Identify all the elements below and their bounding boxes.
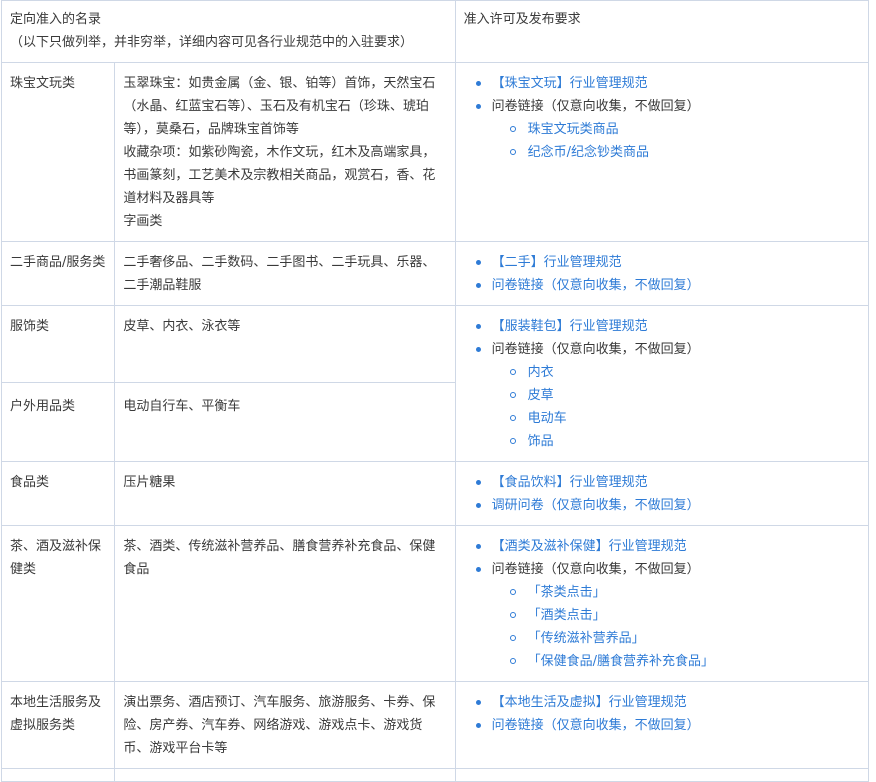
header-directory-title: 定向准入的名录 xyxy=(10,12,102,27)
category-cell: 户外用品类 xyxy=(0,382,116,462)
questionnaire-item: 问卷链接（仅意向收集，不做回复） 珠宝文玩类商品 纪念币/纪念钞类商品 xyxy=(474,95,860,164)
header-requirements: 准入许可及发布要求 xyxy=(454,0,870,63)
empty-cell xyxy=(454,768,870,782)
questionnaire-item: 问卷链接（仅意向收集，不做回复） 内衣 皮草 电动车 饰品 xyxy=(474,338,860,453)
category-cell: 本地生活服务及虚拟服务类 xyxy=(0,681,116,769)
category-cell: 茶、酒及滋补保健类 xyxy=(0,525,116,682)
questionnaire-sublink[interactable]: 纪念币/纪念钞类商品 xyxy=(508,141,860,164)
industry-standard-link[interactable]: 【服装鞋包】行业管理规范 xyxy=(474,315,860,338)
questionnaire-sublink[interactable]: 饰品 xyxy=(508,430,860,453)
requirements-cell: 【珠宝文玩】行业管理规范 问卷链接（仅意向收集，不做回复） 珠宝文玩类商品 纪念… xyxy=(454,62,870,242)
category-cell: 服饰类 xyxy=(0,304,116,384)
questionnaire-sublink[interactable]: 「茶类点击」 xyxy=(508,581,860,604)
admission-table: 定向准入的名录 （以下只做列举，并非穷举，详细内容可见各行业规范中的入驻要求） … xyxy=(0,0,870,782)
questionnaire-sublink[interactable]: 珠宝文玩类商品 xyxy=(508,118,860,141)
questionnaire-sublink[interactable]: 「酒类点击」 xyxy=(508,604,860,627)
questionnaire-sublink[interactable]: 电动车 xyxy=(508,407,860,430)
table-row-partial xyxy=(0,768,870,782)
item-text: 收藏杂项：如紫砂陶瓷，木作文玩，红木及高端家具，书画篆刻，工艺美术及宗教相关商品… xyxy=(123,145,436,206)
header-directory-note: （以下只做列举，并非穷举，详细内容可见各行业规范中的入驻要求） xyxy=(10,35,414,50)
industry-standard-link[interactable]: 【食品饮料】行业管理规范 xyxy=(474,471,860,494)
category-cell: 食品类 xyxy=(0,461,116,526)
requirements-cell: 【本地生活及虚拟】行业管理规范 问卷链接（仅意向收集，不做回复） xyxy=(454,681,870,769)
items-cell: 皮草、内衣、泳衣等 xyxy=(114,304,456,384)
questionnaire-item: 问卷链接（仅意向收集，不做回复） 「茶类点击」 「酒类点击」 「传统滋补营养品」… xyxy=(474,558,860,673)
header-directory: 定向准入的名录 （以下只做列举，并非穷举，详细内容可见各行业规范中的入驻要求） xyxy=(1,0,456,63)
table-row: 服饰类 皮草、内衣、泳衣等 【服装鞋包】行业管理规范 问卷链接（仅意向收集，不做… xyxy=(0,304,870,462)
industry-standard-link[interactable]: 【珠宝文玩】行业管理规范 xyxy=(474,72,860,95)
empty-cell xyxy=(0,768,116,782)
category-cell: 二手商品/服务类 xyxy=(0,241,116,306)
questionnaire-label: 问卷链接（仅意向收集，不做回复） xyxy=(491,562,700,577)
questionnaire-link[interactable]: 问卷链接（仅意向收集，不做回复） xyxy=(474,274,860,297)
items-cell: 玉翠珠宝：如贵金属（金、银、铂等）首饰，天然宝石（水晶、红蓝宝石等）、玉石及有机… xyxy=(114,62,456,242)
items-cell: 电动自行车、平衡车 xyxy=(114,382,456,462)
items-cell: 演出票务、酒店预订、汽车服务、旅游服务、卡券、保险、房产券、汽车券、网络游戏、游… xyxy=(114,681,456,769)
item-text: 字画类 xyxy=(123,214,163,229)
table-header-row: 定向准入的名录 （以下只做列举，并非穷举，详细内容可见各行业规范中的入驻要求） … xyxy=(1,0,870,63)
questionnaire-sublink[interactable]: 「传统滋补营养品」 xyxy=(508,627,860,650)
table-row: 茶、酒及滋补保健类 茶、酒类、传统滋补营养品、膳食营养补充食品、保健食品 【酒类… xyxy=(0,525,870,682)
table-row: 珠宝文玩类 玉翠珠宝：如贵金属（金、银、铂等）首饰，天然宝石（水晶、红蓝宝石等）… xyxy=(0,62,870,242)
questionnaire-label: 问卷链接（仅意向收集，不做回复） xyxy=(491,99,700,114)
survey-link[interactable]: 调研问卷（仅意向收集，不做回复） xyxy=(474,494,860,517)
requirements-cell: 【服装鞋包】行业管理规范 问卷链接（仅意向收集，不做回复） 内衣 皮草 电动车 … xyxy=(454,305,870,462)
category-cell: 珠宝文玩类 xyxy=(0,62,116,242)
items-cell: 茶、酒类、传统滋补营养品、膳食营养补充食品、保健食品 xyxy=(114,525,456,682)
industry-standard-link[interactable]: 【本地生活及虚拟】行业管理规范 xyxy=(474,691,860,714)
questionnaire-sublink[interactable]: 「保健食品/膳食营养补充食品」 xyxy=(508,650,860,673)
questionnaire-sublink[interactable]: 皮草 xyxy=(508,384,860,407)
empty-cell xyxy=(114,768,456,782)
questionnaire-label: 问卷链接（仅意向收集，不做回复） xyxy=(491,342,700,357)
requirements-cell: 【食品饮料】行业管理规范 调研问卷（仅意向收集，不做回复） xyxy=(454,461,870,526)
items-cell: 二手奢侈品、二手数码、二手图书、二手玩具、乐器、二手潮品鞋服 xyxy=(114,241,456,306)
table-row: 二手商品/服务类 二手奢侈品、二手数码、二手图书、二手玩具、乐器、二手潮品鞋服 … xyxy=(0,241,870,306)
questionnaire-sublink[interactable]: 内衣 xyxy=(508,361,860,384)
table-row: 食品类 压片糖果 【食品饮料】行业管理规范 调研问卷（仅意向收集，不做回复） xyxy=(0,461,870,526)
industry-standard-link[interactable]: 【酒类及滋补保健】行业管理规范 xyxy=(474,535,860,558)
requirements-cell: 【酒类及滋补保健】行业管理规范 问卷链接（仅意向收集，不做回复） 「茶类点击」 … xyxy=(454,525,870,682)
requirements-cell: 【二手】行业管理规范 问卷链接（仅意向收集，不做回复） xyxy=(454,241,870,306)
item-text: 玉翠珠宝：如贵金属（金、银、铂等）首饰，天然宝石（水晶、红蓝宝石等）、玉石及有机… xyxy=(123,76,436,137)
table-row: 本地生活服务及虚拟服务类 演出票务、酒店预订、汽车服务、旅游服务、卡券、保险、房… xyxy=(0,681,870,769)
questionnaire-link[interactable]: 问卷链接（仅意向收集，不做回复） xyxy=(474,714,860,737)
items-cell: 压片糖果 xyxy=(114,461,456,526)
industry-standard-link[interactable]: 【二手】行业管理规范 xyxy=(474,251,860,274)
